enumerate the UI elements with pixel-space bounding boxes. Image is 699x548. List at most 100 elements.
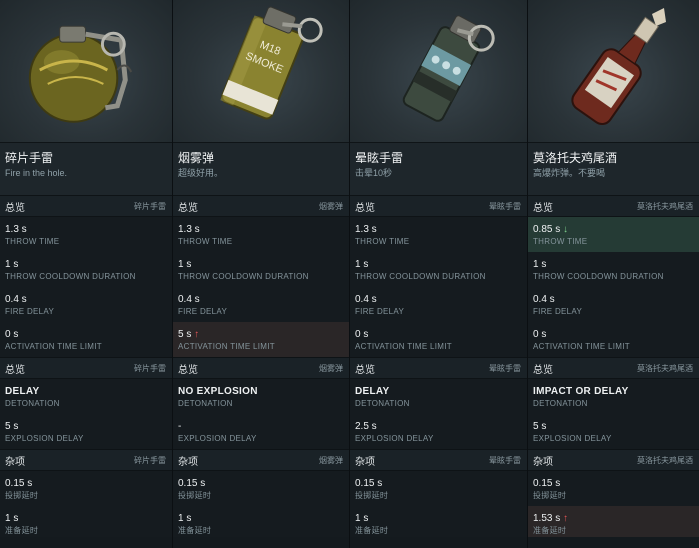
arrow-down-icon: ↓ [563, 224, 569, 235]
section-title: 总览 [5, 364, 25, 376]
stat-label: 投掷延时 [5, 491, 39, 500]
stat-label: 投掷延时 [178, 491, 212, 500]
arrow-up-icon: ↑ [563, 513, 569, 524]
stat-detonation: IMPACT OR DELAY DETONATION [528, 379, 699, 414]
overview-section-header: 总览 碎片手雷 [0, 357, 172, 379]
molotov-cocktail-icon [571, 8, 666, 126]
misc-section-header: 杂项 晕眩手雷 [350, 449, 527, 471]
grenade-description: 高爆炸弹。不要喝 [533, 168, 606, 178]
stat-value: 0.4 s [533, 294, 555, 305]
section-weapon-tag: 晕眩手雷 [489, 455, 521, 465]
section-title: 总览 [355, 364, 375, 376]
stat-explosion-delay: - EXPLOSION DELAY [173, 414, 349, 449]
stat-label: EXPLOSION DELAY [533, 434, 612, 443]
section-title: 杂项 [533, 456, 553, 468]
overview-section-header: 总览 莫洛托夫鸡尾酒 [528, 357, 699, 379]
stat-label: THROW TIME [533, 237, 588, 246]
stat-label: ACTIVATION TIME LIMIT [5, 342, 102, 351]
stat-value: 0 s [355, 329, 369, 340]
stat-value: 0.15 s [5, 478, 33, 489]
stat-throw-delay: 0.15 s 投掷延时 [350, 471, 527, 506]
stat-value: 0 s [5, 329, 19, 340]
stat-value: NO EXPLOSION [178, 386, 258, 397]
stat-throw-cooldown: 1 s THROW COOLDOWN DURATION [0, 252, 172, 287]
grenade-header: 莫洛托夫鸡尾酒 高爆炸弹。不要喝 [528, 143, 699, 195]
section-weapon-tag: 晕眩手雷 [489, 201, 521, 211]
stat-label: EXPLOSION DELAY [355, 434, 434, 443]
stat-value: 2.5 s [355, 421, 377, 432]
stat-label: FIRE DELAY [355, 307, 405, 316]
stat-throw-time: 1.3 s THROW TIME [173, 217, 349, 252]
stat-value: 5 s [533, 421, 547, 432]
section-weapon-tag: 莫洛托夫鸡尾酒 [637, 455, 693, 465]
stat-throw-cooldown: 1 s THROW COOLDOWN DURATION [350, 252, 527, 287]
stat-label: ACTIVATION TIME LIMIT [355, 342, 452, 351]
grenade-header: 晕眩手雷 击晕10秒 [350, 143, 527, 195]
stat-label: ACTIVATION TIME LIMIT [533, 342, 630, 351]
section-title: 杂项 [355, 456, 375, 468]
stat-label: FIRE DELAY [533, 307, 583, 316]
stat-value: 1 s [178, 259, 192, 270]
stat-value: 1.3 s [355, 224, 377, 235]
stat-throw-time: 0.85 s ↓ THROW TIME [528, 217, 699, 252]
stat-throw-time: 1.3 s THROW TIME [350, 217, 527, 252]
stat-value: 1 s [178, 513, 192, 524]
stat-value: 0.4 s [178, 294, 200, 305]
grenade-column-smoke[interactable]: M18 SMOKE 烟雾弹 超级好用。 总览 烟雾弹 1.3 s THROW TI… [173, 0, 350, 548]
stat-value: 1 s [355, 259, 369, 270]
section-title: 总览 [533, 202, 553, 214]
overview-section-header: 总览 碎片手雷 [0, 195, 172, 217]
stat-label: THROW COOLDOWN DURATION [5, 272, 136, 281]
grenade-column-stun[interactable]: 晕眩手雷 击晕10秒 总览 晕眩手雷 1.3 s THROW TIME 1 s TH… [350, 0, 528, 548]
stat-activation-limit: 0 s ACTIVATION TIME LIMIT [350, 322, 527, 357]
stat-label: FIRE DELAY [178, 307, 228, 316]
section-weapon-tag: 碎片手雷 [134, 455, 166, 465]
stat-label: 准备延时 [178, 526, 212, 535]
section-weapon-tag: 碎片手雷 [134, 363, 166, 373]
stat-label: THROW TIME [178, 237, 233, 246]
overview-section-header: 总览 晕眩手雷 [350, 357, 527, 379]
section-weapon-tag: 莫洛托夫鸡尾酒 [637, 201, 693, 211]
stat-value: 0.15 s [178, 478, 206, 489]
section-title: 杂项 [178, 456, 198, 468]
stat-fire-delay: 0.4 s FIRE DELAY [0, 287, 172, 322]
grenade-column-molotov[interactable]: 莫洛托夫鸡尾酒 高爆炸弹。不要喝 总览 莫洛托夫鸡尾酒 0.85 s ↓ THRO… [528, 0, 699, 548]
stat-throw-delay: 0.15 s 投掷延时 [173, 471, 349, 506]
section-weapon-tag: 烟雾弹 [319, 363, 343, 373]
stat-value: 0.4 s [355, 294, 377, 305]
stat-label: DETONATION [5, 399, 60, 408]
section-weapon-tag: 碎片手雷 [134, 201, 166, 211]
grenade-name: 晕眩手雷 [355, 151, 404, 165]
stat-value: 5 s [5, 421, 19, 432]
stat-label: 投掷延时 [355, 491, 389, 500]
grenade-name: 烟雾弹 [178, 151, 215, 165]
stat-detonation: NO EXPLOSION DETONATION [173, 379, 349, 414]
overview-section-header: 总览 烟雾弹 [173, 357, 349, 379]
weapon-compare-grid: 碎片手雷 Fire in the hole. 总览 碎片手雷 1.3 s THRO… [0, 0, 699, 548]
stat-label: 投掷延时 [533, 491, 567, 500]
stat-activation-limit: 0 s ACTIVATION TIME LIMIT [0, 322, 172, 357]
stat-label: THROW TIME [355, 237, 410, 246]
stat-value: 1 s [355, 513, 369, 524]
stat-explosion-delay: 2.5 s EXPLOSION DELAY [350, 414, 527, 449]
section-weapon-tag: 烟雾弹 [319, 201, 343, 211]
stat-throw-delay: 0.15 s 投掷延时 [0, 471, 172, 506]
misc-section-header: 杂项 碎片手雷 [0, 449, 172, 471]
stat-value: 0.4 s [5, 294, 27, 305]
section-weapon-tag: 莫洛托夫鸡尾酒 [637, 363, 693, 373]
stat-label: THROW COOLDOWN DURATION [178, 272, 309, 281]
stat-label: THROW COOLDOWN DURATION [355, 272, 486, 281]
grenade-column-frag[interactable]: 碎片手雷 Fire in the hole. 总览 碎片手雷 1.3 s THRO… [0, 0, 173, 548]
stat-value: DELAY [355, 386, 390, 397]
stat-detonation: DELAY DETONATION [350, 379, 527, 414]
stat-value: 1 s [533, 259, 547, 270]
frag-grenade-image [0, 0, 172, 143]
section-title: 总览 [355, 202, 375, 214]
grenade-description: Fire in the hole. [5, 168, 68, 178]
section-title: 总览 [178, 202, 198, 214]
stat-label: EXPLOSION DELAY [5, 434, 84, 443]
stat-value: 0.15 s [533, 478, 561, 489]
overview-section-header: 总览 莫洛托夫鸡尾酒 [528, 195, 699, 217]
section-title: 总览 [178, 364, 198, 376]
stat-value: 1.3 s [5, 224, 27, 235]
